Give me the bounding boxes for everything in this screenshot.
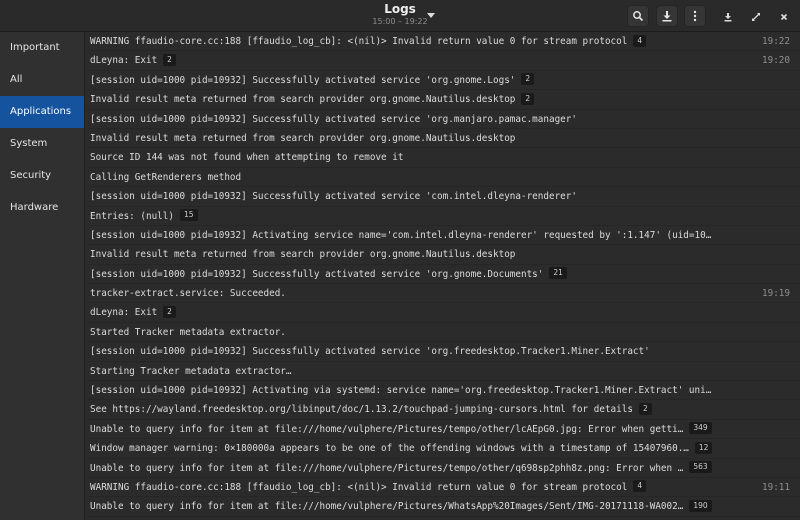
log-message: [session uid=1000 pid=10932] Activating …: [90, 385, 712, 397]
log-message: [session uid=1000 pid=10932] Successfull…: [90, 113, 577, 125]
log-row[interactable]: Invalid result meta returned from search…: [86, 90, 800, 110]
log-message: Window manager warning: 0×180000a appear…: [90, 443, 689, 455]
menu-button[interactable]: [684, 5, 706, 27]
log-message: WARNING ffaudio-core.cc:188 [ffaudio_log…: [90, 481, 628, 493]
sidebar-item-system[interactable]: System: [0, 128, 84, 160]
log-row[interactable]: dLeyna: Exit 2 19:20: [86, 51, 800, 71]
log-row[interactable]: WARNING ffaudio-core.cc:188 [ffaudio_log…: [86, 478, 800, 498]
log-message: tracker-extract.service: Succeeded.: [90, 288, 286, 300]
repeat-count-badge: 4: [633, 34, 647, 47]
repeat-count-badge: 21: [549, 267, 567, 280]
log-message: [session uid=1000 pid=10932] Successfull…: [90, 268, 544, 280]
log-message: dLeyna: Exit: [90, 307, 158, 319]
repeat-count-badge: 349: [689, 422, 712, 435]
close-button[interactable]: [776, 8, 792, 24]
repeat-count-badge: 2: [163, 305, 176, 318]
repeat-count-badge: 2: [521, 73, 535, 86]
header-bar: Logs 15:00 – 19:22: [0, 0, 800, 32]
time-range-subtitle: 15:00 – 19:22: [372, 17, 428, 26]
log-row[interactable]: Source ID 144 was not found when attempt…: [86, 148, 800, 168]
log-message: Starting Tracker metadata extractor…: [90, 365, 292, 377]
log-timestamp: 19:20: [762, 55, 790, 67]
log-message: Source ID 144 was not found when attempt…: [90, 152, 404, 164]
log-row[interactable]: [session uid=1000 pid=10932] Activating …: [86, 381, 800, 401]
repeat-count-badge: 12: [694, 441, 713, 454]
repeat-count-badge: 563: [689, 461, 712, 474]
log-message: [session uid=1000 pid=10932] Activating …: [90, 229, 712, 241]
log-message: Unable to query info for item at file://…: [90, 462, 684, 474]
time-range-dropdown-icon[interactable]: [427, 13, 435, 18]
log-row[interactable]: Unable to query info for item at file://…: [86, 459, 800, 478]
maximize-button[interactable]: [748, 8, 764, 24]
repeat-count-badge: 2: [163, 53, 176, 66]
sidebar-item-applications[interactable]: Applications: [0, 96, 84, 128]
log-message: [session uid=1000 pid=10932] Successfull…: [90, 346, 650, 358]
repeat-count-badge: 15: [179, 209, 198, 222]
log-row[interactable]: Started Tracker metadata extractor.: [86, 323, 800, 343]
log-row[interactable]: Calling GetRenderers method: [86, 168, 800, 188]
log-message: dLeyna: Exit: [90, 55, 158, 67]
log-row[interactable]: Window manager warning: 0×180000a appear…: [86, 439, 800, 459]
close-icon: [779, 7, 789, 26]
log-message: Unable to query info for item at file://…: [90, 501, 684, 513]
repeat-count-badge: 2: [638, 402, 652, 415]
window-title: Logs: [384, 2, 416, 16]
log-row[interactable]: Starting Tracker metadata extractor…: [86, 362, 800, 382]
log-message: Invalid result meta returned from search…: [90, 249, 516, 261]
log-message: WARNING ffaudio-core.cc:188 [ffaudio_log…: [90, 36, 628, 47]
log-message: Invalid result meta returned from search…: [90, 94, 516, 106]
repeat-count-badge: 2: [521, 92, 535, 105]
log-message: Unable to query info for item at file://…: [90, 423, 684, 435]
log-message: Started Tracker metadata extractor.: [90, 326, 286, 338]
log-row[interactable]: tracker-extract.service: Succeeded. 19:19: [86, 284, 800, 304]
log-message: [session uid=1000 pid=10932] Successfull…: [90, 74, 516, 86]
log-row[interactable]: Invalid result meta returned from search…: [86, 245, 800, 265]
log-row[interactable]: [session uid=1000 pid=10932] Successfull…: [86, 187, 800, 207]
minimize-button[interactable]: [720, 8, 736, 24]
log-message: See https://wayland.freedesktop.org/libi…: [90, 404, 633, 416]
sidebar-item-security[interactable]: Security: [0, 160, 84, 192]
log-timestamp: 19:11: [762, 481, 790, 493]
export-button[interactable]: [656, 5, 678, 27]
sidebar-item-all[interactable]: All: [0, 64, 84, 96]
title-area[interactable]: Logs 15:00 – 19:22: [340, 2, 460, 27]
log-row[interactable]: WARNING ffaudio-core.cc:188 [ffaudio_log…: [86, 32, 800, 52]
log-row[interactable]: Entries: (null) 15: [86, 207, 800, 226]
repeat-count-badge: 190: [689, 499, 712, 512]
kebab-menu-icon: [689, 7, 701, 26]
sidebar-item-important[interactable]: Important: [0, 32, 84, 64]
log-row[interactable]: Invalid result meta returned from search…: [86, 129, 800, 149]
category-sidebar: Important All Applications System Securi…: [0, 32, 85, 520]
log-row[interactable]: [session uid=1000 pid=10932] Successfull…: [86, 71, 800, 91]
log-row[interactable]: [session uid=1000 pid=10932] Successfull…: [86, 110, 800, 129]
search-button[interactable]: [627, 5, 649, 27]
search-icon: [632, 7, 644, 26]
log-row[interactable]: Unable to query info for item at file://…: [86, 497, 800, 517]
log-timestamp: 19:19: [762, 288, 790, 300]
log-message: [session uid=1000 pid=10932] Successfull…: [90, 191, 577, 203]
log-row[interactable]: [session uid=1000 pid=10932] Successfull…: [86, 342, 800, 362]
log-message: Entries: (null): [90, 210, 174, 222]
download-icon: [661, 7, 673, 26]
log-row[interactable]: [session uid=1000 pid=10932] Successfull…: [86, 265, 800, 285]
maximize-icon: [751, 7, 761, 26]
sidebar-item-hardware[interactable]: Hardware: [0, 192, 84, 224]
log-message: Invalid result meta returned from search…: [90, 132, 516, 144]
log-list: WARNING ffaudio-core.cc:188 [ffaudio_log…: [86, 32, 800, 520]
log-message: Calling GetRenderers method: [90, 171, 242, 183]
minimize-icon: [723, 7, 733, 26]
log-row[interactable]: Unable to query info for item at file://…: [86, 420, 800, 440]
log-row[interactable]: dLeyna: Exit 2: [86, 303, 800, 323]
repeat-count-badge: 4: [633, 480, 647, 493]
log-row[interactable]: [session uid=1000 pid=10932] Activating …: [86, 226, 800, 246]
log-row[interactable]: See https://wayland.freedesktop.org/libi…: [86, 400, 800, 420]
log-timestamp: 19:22: [762, 36, 790, 47]
